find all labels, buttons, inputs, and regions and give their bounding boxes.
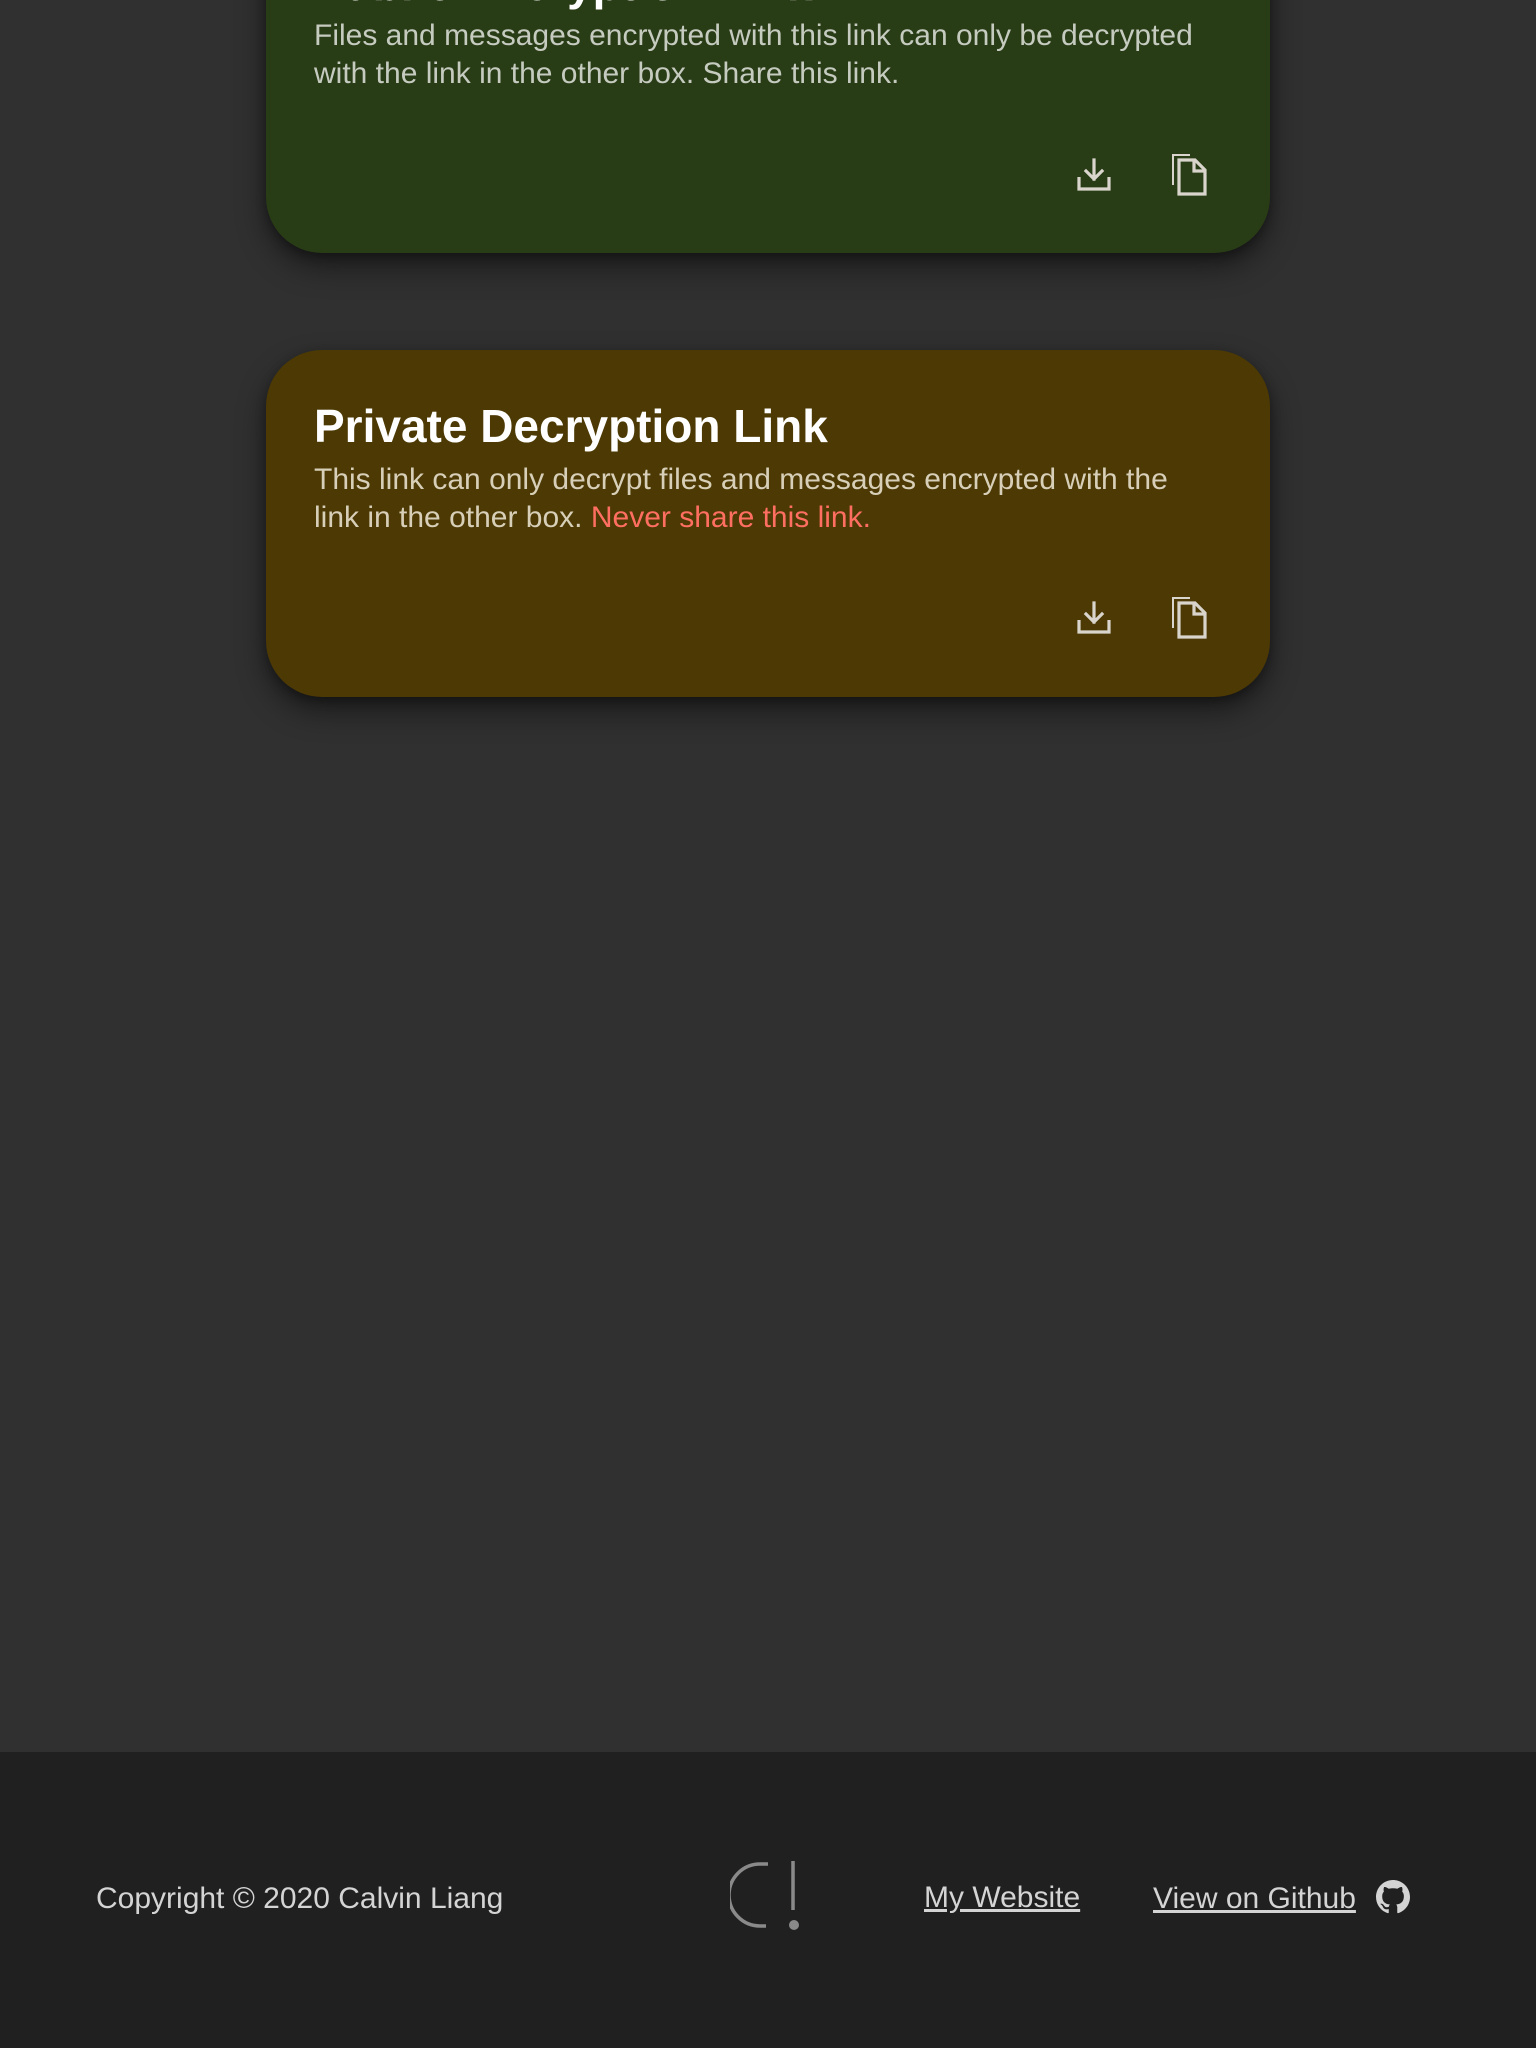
private-card-warning: Never share this link. <box>590 501 871 534</box>
copyright-text: Copyright © 2020 Calvin Liang <box>96 1882 504 1915</box>
private-download-button[interactable] <box>1066 590 1122 646</box>
github-icon[interactable] <box>1376 1880 1410 1914</box>
public-card-description: Files and messages encrypted with this l… <box>314 19 1193 90</box>
copy-icon <box>1172 597 1207 639</box>
public-copy-button[interactable] <box>1161 145 1217 201</box>
github-link[interactable]: View on Github <box>1153 1880 1356 1918</box>
logo-icon <box>730 1861 799 1930</box>
download-icon <box>1077 158 1111 191</box>
private-card-description: This link can only decrypt files and mes… <box>314 461 1214 537</box>
my-website-link[interactable]: My Website <box>924 1879 1080 1917</box>
private-card-title: Private Decryption Link <box>314 400 828 452</box>
public-link-card: Public Encryption Link Files and message… <box>266 0 1270 253</box>
public-card-title: Public Encryption Link <box>314 0 812 10</box>
download-icon <box>1077 601 1111 634</box>
private-copy-button[interactable] <box>1161 588 1217 644</box>
public-download-button[interactable] <box>1066 147 1122 203</box>
private-link-card: Private Decryption Link This link can on… <box>266 350 1270 697</box>
copy-icon <box>1172 154 1207 196</box>
